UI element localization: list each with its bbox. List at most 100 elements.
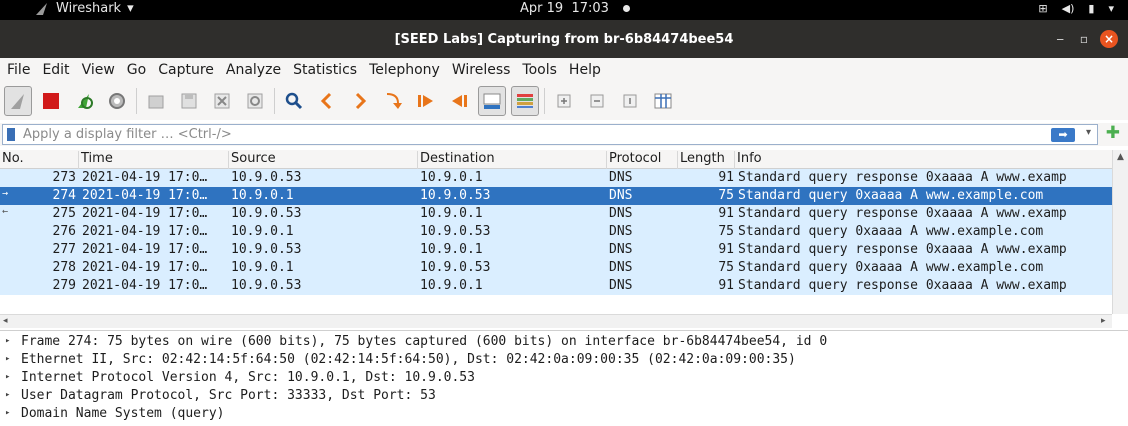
cell-length: 75 — [718, 188, 734, 203]
packet-row[interactable]: 273 2021-04-19 17:0… 10.9.0.53 10.9.0.1 … — [0, 169, 1112, 187]
packet-row[interactable]: ← 275 2021-04-19 17:0… 10.9.0.53 10.9.0.… — [0, 205, 1112, 223]
packet-row[interactable]: 279 2021-04-19 17:0… 10.9.0.53 10.9.0.1 … — [0, 277, 1112, 295]
expand-arrow-icon[interactable]: ▸ — [5, 354, 10, 364]
packet-list-vertical-scrollbar[interactable]: ▲ — [1112, 150, 1128, 314]
go-back-icon[interactable] — [313, 86, 341, 116]
menu-statistics[interactable]: Statistics — [293, 62, 357, 78]
activities-app-menu[interactable]: Wireshark ▾ — [34, 1, 134, 16]
column-header-info[interactable]: Info — [735, 151, 1112, 169]
go-first-icon[interactable] — [412, 86, 440, 116]
battery-icon: ▮ — [1088, 2, 1095, 15]
scroll-right-arrow-icon[interactable]: ▸ — [1101, 316, 1106, 326]
cell-destination: 10.9.0.1 — [420, 278, 483, 293]
cell-destination: 10.9.0.1 — [420, 206, 483, 221]
column-header-protocol[interactable]: Protocol — [607, 151, 678, 169]
expand-arrow-icon[interactable]: ▸ — [5, 336, 10, 346]
detail-tree-item[interactable]: ▸ Domain Name System (query) — [0, 405, 1128, 423]
autoscroll-icon[interactable] — [478, 86, 506, 116]
packet-details-pane: ▸ Frame 274: 75 bytes on wire (600 bits)… — [0, 330, 1128, 426]
cell-info: Standard query 0xaaaa A www.example.com — [738, 260, 1044, 275]
window-titlebar: [SEED Labs] Capturing from br-6b84474bee… — [0, 20, 1128, 58]
packet-list-header: No. Time Source Destination Protocol Len… — [0, 150, 1112, 169]
cell-time: 2021-04-19 17:0… — [82, 278, 208, 293]
colorize-icon[interactable] — [511, 86, 539, 116]
display-filter-input[interactable]: Apply a display filter … <Ctrl-/> ➡ ▾ — [2, 124, 1098, 145]
menu-analyze[interactable]: Analyze — [226, 62, 281, 78]
resize-columns-icon[interactable] — [649, 86, 677, 116]
scroll-left-arrow-icon[interactable]: ◂ — [3, 316, 8, 326]
app-name: Wireshark — [56, 1, 122, 16]
restart-capture-icon[interactable] — [70, 86, 98, 116]
go-forward-icon[interactable] — [346, 86, 374, 116]
save-file-icon[interactable] — [175, 86, 203, 116]
detail-text: User Datagram Protocol, Src Port: 33333,… — [21, 388, 436, 403]
filter-history-dropdown-icon[interactable]: ▾ — [1086, 127, 1091, 138]
packet-list: No. Time Source Destination Protocol Len… — [0, 150, 1112, 314]
packet-row[interactable]: 276 2021-04-19 17:0… 10.9.0.1 10.9.0.53 … — [0, 223, 1112, 241]
menu-file[interactable]: File — [7, 62, 30, 78]
zoom-out-icon[interactable] — [583, 86, 611, 116]
zoom-normal-icon[interactable] — [616, 86, 644, 116]
scroll-up-arrow-icon[interactable]: ▲ — [1117, 152, 1124, 162]
zoom-in-icon[interactable] — [550, 86, 578, 116]
column-header-destination[interactable]: Destination — [418, 151, 607, 169]
toolbar-separator — [544, 88, 545, 114]
clock[interactable]: Apr 19 17:03 — [520, 1, 631, 16]
stop-capture-icon[interactable] — [37, 86, 65, 116]
menu-tools[interactable]: Tools — [522, 62, 557, 78]
menu-wireless[interactable]: Wireless — [452, 62, 511, 78]
system-tray[interactable]: ⊞ ◀) ▮ ▾ — [1038, 2, 1114, 15]
close-file-icon[interactable] — [208, 86, 236, 116]
close-button[interactable]: × — [1100, 30, 1118, 48]
column-header-source[interactable]: Source — [229, 151, 418, 169]
cell-no: 276 — [52, 224, 76, 239]
packet-row-selected[interactable]: → 274 2021-04-19 17:0… 10.9.0.1 10.9.0.5… — [0, 187, 1112, 205]
cell-length: 75 — [718, 224, 734, 239]
packet-list-horizontal-scrollbar[interactable]: ◂ ▸ — [0, 314, 1112, 328]
display-filter-bar: Apply a display filter … <Ctrl-/> ➡ ▾ ✚ — [0, 123, 1128, 146]
menu-help[interactable]: Help — [569, 62, 601, 78]
cell-length: 91 — [718, 242, 734, 257]
detail-tree-item[interactable]: ▸ Frame 274: 75 bytes on wire (600 bits)… — [0, 333, 1128, 351]
column-header-no[interactable]: No. — [0, 151, 79, 169]
go-to-packet-icon[interactable] — [379, 86, 407, 116]
cell-no: 274 — [52, 188, 76, 203]
bookmark-icon[interactable] — [7, 128, 15, 141]
clock-date: Apr 19 — [520, 1, 564, 16]
add-filter-button-plus-icon[interactable]: ✚ — [1106, 123, 1120, 143]
menu-view[interactable]: View — [82, 62, 115, 78]
cell-length: 75 — [718, 260, 734, 275]
volume-icon: ◀) — [1061, 2, 1075, 15]
menu-capture[interactable]: Capture — [158, 62, 214, 78]
expand-arrow-icon[interactable]: ▸ — [5, 372, 10, 382]
cell-info: Standard query 0xaaaa A www.example.com — [738, 188, 1044, 203]
expand-arrow-icon[interactable]: ▸ — [5, 390, 10, 400]
detail-tree-item[interactable]: ▸ User Datagram Protocol, Src Port: 3333… — [0, 387, 1128, 405]
system-top-bar: Wireshark ▾ Apr 19 17:03 ⊞ ◀) ▮ ▾ — [0, 0, 1128, 20]
cell-source: 10.9.0.53 — [231, 242, 302, 257]
menu-telephony[interactable]: Telephony — [369, 62, 440, 78]
apply-filter-arrow-icon[interactable]: ➡ — [1051, 128, 1075, 142]
detail-tree-item[interactable]: ▸ Ethernet II, Src: 02:42:14:5f:64:50 (0… — [0, 351, 1128, 369]
detail-tree-item[interactable]: ▸ Internet Protocol Version 4, Src: 10.9… — [0, 369, 1128, 387]
maximize-button[interactable]: ▫ — [1080, 32, 1088, 46]
open-file-icon[interactable] — [142, 86, 170, 116]
cell-time: 2021-04-19 17:0… — [82, 224, 208, 239]
menu-bar: File Edit View Go Capture Analyze Statis… — [0, 58, 1128, 82]
packet-row[interactable]: 277 2021-04-19 17:0… 10.9.0.53 10.9.0.1 … — [0, 241, 1112, 259]
cell-length: 91 — [718, 170, 734, 185]
menu-edit[interactable]: Edit — [42, 62, 69, 78]
capture-options-icon[interactable] — [103, 86, 131, 116]
menu-go[interactable]: Go — [127, 62, 146, 78]
go-last-icon[interactable] — [445, 86, 473, 116]
column-header-length[interactable]: Length — [678, 151, 735, 169]
find-packet-icon[interactable] — [280, 86, 308, 116]
column-header-time[interactable]: Time — [79, 151, 229, 169]
packet-row[interactable]: 278 2021-04-19 17:0… 10.9.0.1 10.9.0.53 … — [0, 259, 1112, 277]
network-icon: ⊞ — [1038, 2, 1048, 15]
minimize-button[interactable]: ‒ — [1056, 32, 1064, 46]
reload-file-icon[interactable] — [241, 86, 269, 116]
expand-arrow-icon[interactable]: ▸ — [5, 408, 10, 418]
shark-fin-start-icon[interactable] — [4, 86, 32, 116]
cell-source: 10.9.0.1 — [231, 224, 294, 239]
